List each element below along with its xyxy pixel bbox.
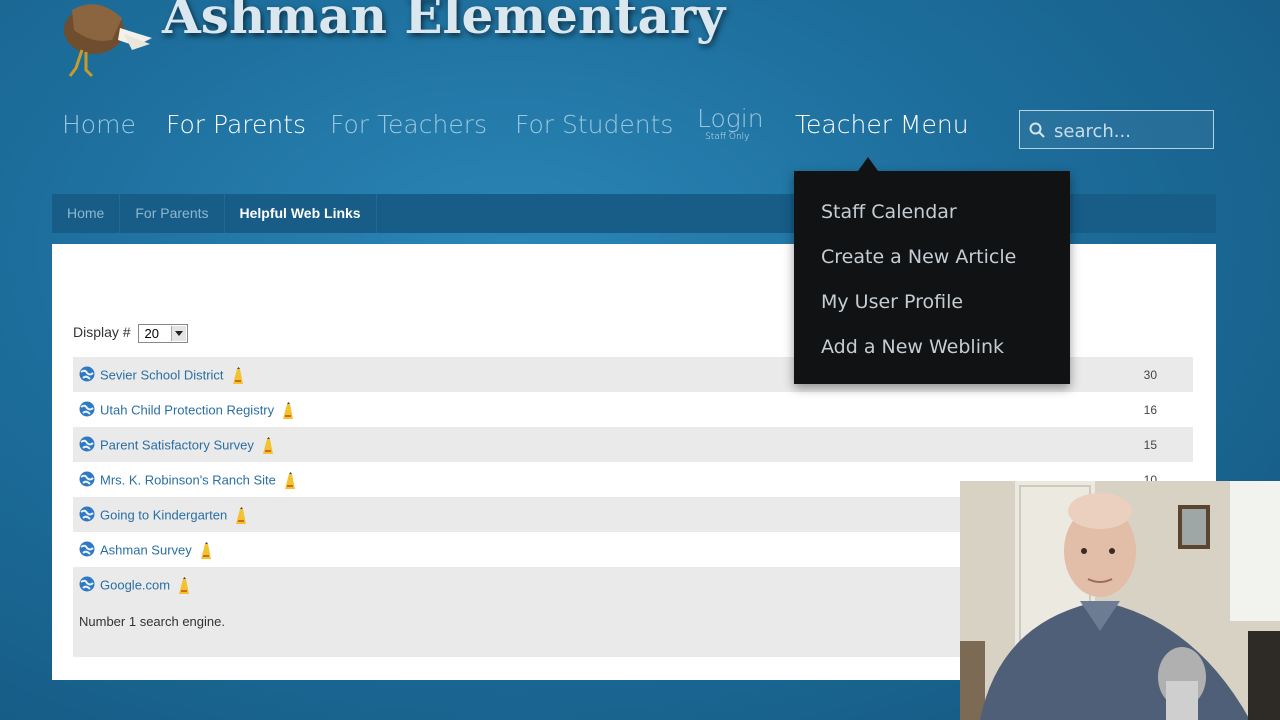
breadcrumb-home[interactable]: Home [52,194,121,233]
menu-item-staff-calendar[interactable]: Staff Calendar [821,201,957,223]
nav-login-sub: Staff Only [705,132,750,142]
display-label: Display # [73,324,131,341]
site-title: Ashman Elementary [162,0,726,45]
globe-icon [79,541,95,557]
edit-icon[interactable] [260,437,276,455]
search-box [1019,110,1214,149]
search-icon [1029,122,1045,138]
nav-login-label: Login [697,104,764,133]
weblink-title[interactable]: Parent Satisfactory Survey [100,437,276,455]
display-select[interactable]: 20 [138,324,189,343]
menu-item-create-article[interactable]: Create a New Article [821,246,1016,268]
nav-for-teachers[interactable]: For Teachers [330,110,487,139]
weblink-title[interactable]: Google.com [100,577,192,595]
breadcrumb-for-parents[interactable]: For Parents [120,194,225,233]
globe-icon [79,401,95,417]
list-item: Utah Child Protection Registry 16 [73,392,1193,427]
globe-icon [79,436,95,452]
nav-login[interactable]: Login Staff Only [697,104,764,143]
display-limit: Display # 20 [73,324,189,343]
weblink-title[interactable]: Ashman Survey [100,542,214,560]
nav-for-parents[interactable]: For Parents [166,110,306,139]
globe-icon [79,471,95,487]
edit-icon[interactable] [282,472,298,490]
list-item: Parent Satisfactory Survey 15 [73,427,1193,462]
display-value: 20 [144,326,159,341]
menu-item-add-weblink[interactable]: Add a New Weblink [821,336,1004,358]
globe-icon [79,576,95,592]
weblink-title[interactable]: Sevier School District [100,367,246,385]
weblink-hits: 15 [1143,438,1157,452]
webcam-overlay [960,481,1280,720]
nav-teacher-menu[interactable]: Teacher Menu [795,110,969,139]
weblink-hits: 16 [1143,403,1157,417]
menu-item-user-profile[interactable]: My User Profile [821,291,963,313]
breadcrumb-helpful-web-links: Helpful Web Links [225,194,377,233]
weblink-description: Number 1 search engine. [79,614,225,629]
edit-icon[interactable] [280,402,296,420]
search-input[interactable] [1052,117,1211,145]
weblink-title[interactable]: Utah Child Protection Registry [100,402,296,420]
nav-for-students[interactable]: For Students [515,110,673,139]
weblink-hits: 30 [1143,368,1157,382]
presenter-video [960,481,1280,720]
chevron-down-icon[interactable] [171,326,187,341]
edit-icon[interactable] [233,507,249,525]
eagle-logo [64,4,152,78]
edit-icon[interactable] [230,367,246,385]
weblink-title[interactable]: Going to Kindergarten [100,507,249,525]
teacher-menu-dropdown: Staff Calendar Create a New Article My U… [794,157,1070,384]
nav-home[interactable]: Home [62,110,136,139]
globe-icon [79,366,95,382]
edit-icon[interactable] [198,542,214,560]
edit-icon[interactable] [176,577,192,595]
weblink-title[interactable]: Mrs. K. Robinson's Ranch Site [100,472,298,490]
globe-icon [79,506,95,522]
